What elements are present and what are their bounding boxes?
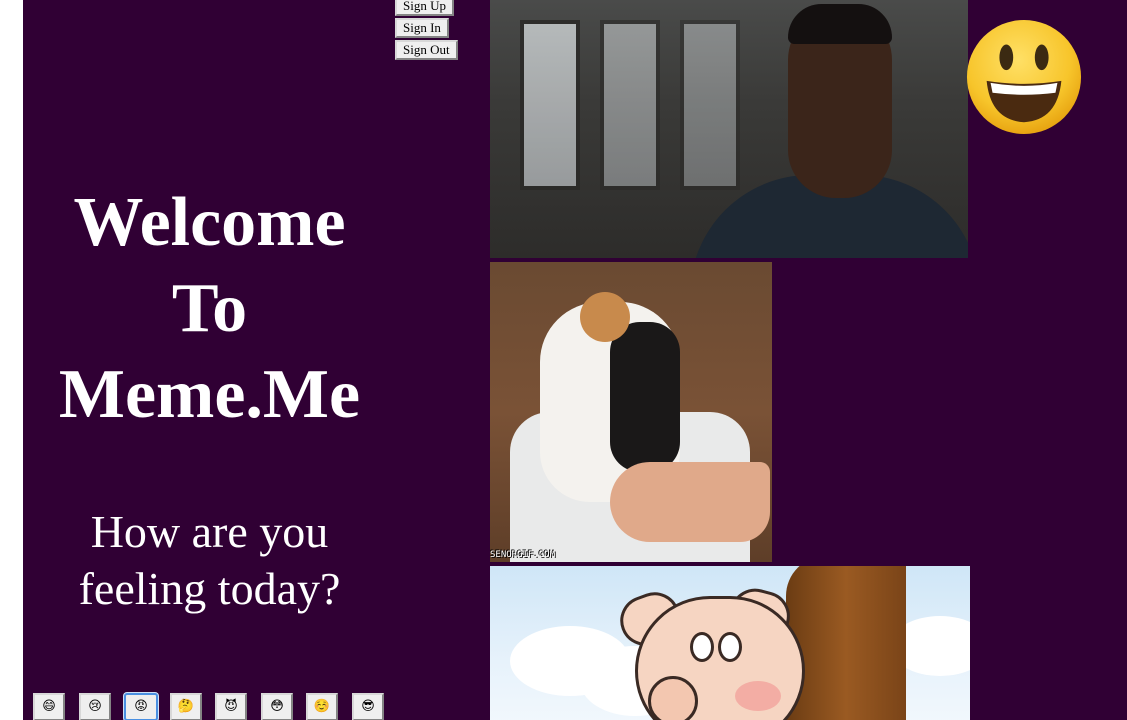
pig-eye (718, 632, 742, 662)
sign-out-button[interactable]: Sign Out (395, 40, 458, 60)
mood-button-thinking[interactable]: 🤔 (170, 693, 202, 720)
welcome-line-3: Meme.Me (58, 356, 361, 433)
sign-up-button[interactable]: Sign Up (395, 0, 454, 16)
welcome-heading: Welcome To Meme.Me (23, 180, 396, 438)
smiley-face-icon (966, 19, 1082, 135)
pig-snout (648, 676, 698, 720)
tree-trunk (786, 566, 906, 720)
cat-black-patch (610, 322, 680, 472)
background-window (520, 20, 580, 190)
sign-in-button[interactable]: Sign In (395, 18, 449, 38)
welcome-line-1: Welcome (73, 184, 346, 261)
auth-buttons: Sign Up Sign In Sign Out (395, 0, 458, 60)
mood-button-devil[interactable]: 😈 (215, 693, 247, 720)
background-window (600, 20, 660, 190)
meme-gif-man (490, 0, 968, 258)
meme-gif-cat: SENORGIF.COM (490, 262, 772, 562)
man-hair (788, 4, 892, 44)
page: Sign Up Sign In Sign Out Welcome To Meme… (23, 0, 1127, 720)
mood-button-flushed[interactable]: 😳 (261, 693, 293, 720)
mood-button-grinning[interactable]: 😄 (33, 693, 65, 720)
mood-button-cool[interactable]: 😎 (352, 693, 384, 720)
mood-question-line-1: How are you (90, 506, 329, 557)
welcome-line-2: To (171, 270, 248, 347)
mood-question-line-2: feeling today? (78, 563, 341, 614)
mood-button-row: 😄 😢 😡 🤔 😈 😳 ☺️ 😎 (33, 693, 393, 720)
cat-orange-patch (580, 292, 630, 342)
meme-gif-pig (490, 566, 970, 720)
mood-button-angry[interactable]: 😡 (124, 693, 158, 720)
background-window (680, 20, 740, 190)
mood-button-smiling[interactable]: ☺️ (306, 693, 338, 720)
pig-eye (690, 632, 714, 662)
mood-button-crying[interactable]: 😢 (79, 693, 111, 720)
petting-hand (610, 462, 770, 542)
pig-cheek (735, 681, 781, 711)
mood-question: How are you feeling today? (23, 503, 396, 617)
gif-watermark: SENORGIF.COM (490, 550, 556, 560)
